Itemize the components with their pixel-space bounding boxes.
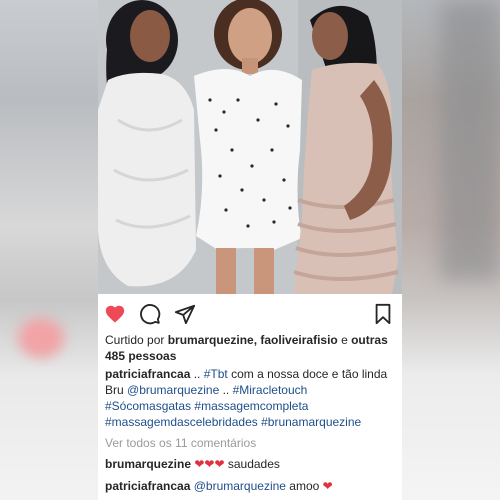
- hashtag-link[interactable]: #Tbt: [204, 367, 228, 381]
- action-bar: [98, 294, 402, 330]
- comment-text: saudades: [224, 457, 280, 471]
- comment-item: brumarquezine ❤❤❤ saudades: [105, 456, 397, 472]
- hashtag-link[interactable]: #brunamarquezine: [261, 415, 361, 429]
- likes-summary[interactable]: Curtido por brumarquezine, faoliveirafis…: [105, 332, 395, 364]
- instagram-post: Curtido por brumarquezine, faoliveirafis…: [98, 0, 402, 500]
- share-icon[interactable]: [174, 303, 196, 325]
- caption-text: ..: [219, 383, 233, 397]
- heart-icon[interactable]: [104, 303, 126, 325]
- comment-text: amoo: [285, 479, 323, 493]
- photo-illustration: [98, 0, 402, 294]
- bookmark-icon[interactable]: [372, 303, 394, 325]
- blurred-shadow: [440, 0, 500, 280]
- caption-username[interactable]: patriciafrancaa: [105, 367, 190, 381]
- hashtag-link[interactable]: #Sócomasgatas: [105, 399, 191, 413]
- view-all-comments-link[interactable]: Ver todos os 11 comentários: [105, 435, 256, 451]
- mention-link[interactable]: @brumarquezine: [127, 383, 219, 397]
- caption-text: ..: [190, 367, 204, 381]
- comment-icon[interactable]: [139, 303, 161, 325]
- comment-username[interactable]: brumarquezine: [105, 457, 191, 471]
- hashtag-link[interactable]: #Miracletouch: [233, 383, 308, 397]
- post-photo[interactable]: [98, 0, 402, 294]
- likes-connector: e: [337, 333, 352, 347]
- comment-item: patriciafrancaa @brumarquezine amoo ❤: [105, 478, 397, 494]
- hashtag-link[interactable]: #massagemdascelebridades: [105, 415, 258, 429]
- comment-username[interactable]: patriciafrancaa: [105, 479, 190, 493]
- heart-emoji: ❤❤❤: [194, 457, 225, 471]
- heart-emoji: ❤: [322, 479, 333, 493]
- hashtag-link[interactable]: #massagemcompleta: [194, 399, 308, 413]
- post-caption: patriciafrancaa .. #Tbt com a nossa doce…: [105, 366, 397, 430]
- mention-link[interactable]: @brumarquezine: [194, 479, 286, 493]
- blurred-background-left: [0, 0, 98, 500]
- likes-users[interactable]: brumarquezine, faoliveirafisio: [168, 333, 338, 347]
- blurred-heart-shape: [18, 318, 64, 358]
- likes-prefix: Curtido por: [105, 333, 168, 347]
- blurred-background-right: [400, 0, 500, 500]
